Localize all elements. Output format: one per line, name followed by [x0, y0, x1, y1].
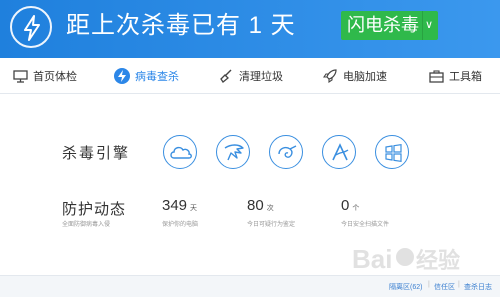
- stat-unit: 次: [266, 205, 274, 212]
- stat-unit: 个: [352, 205, 360, 212]
- eagle-engine-icon[interactable]: [216, 135, 250, 169]
- stat-value: 80: [247, 197, 264, 214]
- shield-bolt-icon: [114, 68, 130, 84]
- flash-kill-button[interactable]: 闪电杀毒 ∨: [341, 11, 438, 40]
- rocket-icon: [322, 68, 338, 84]
- tab-clean-junk[interactable]: 清理垃圾: [218, 58, 283, 94]
- svg-text:经验: 经验: [416, 248, 460, 273]
- tab-home-checkup[interactable]: 首页体检: [12, 58, 77, 94]
- svg-text:Bai: Bai: [352, 244, 392, 274]
- scan-status-headline: 距上次杀毒已有 1 天: [66, 12, 296, 39]
- stat-unit: 天: [190, 205, 198, 212]
- scan-log-link[interactable]: 查杀日志: [464, 282, 492, 292]
- tab-label: 电脑加速: [343, 71, 387, 83]
- stat-scanned-files: 0个: [341, 197, 359, 215]
- tab-label: 病毒查杀: [135, 71, 179, 83]
- cloud-engine-icon[interactable]: [163, 135, 197, 169]
- baidu-jingyan-watermark: Bai 经验: [350, 238, 470, 278]
- stat-caption: 今日安全扫描文件: [341, 222, 390, 228]
- stat-caption: 保护你的电脑: [162, 222, 199, 228]
- monitor-icon: [12, 68, 28, 84]
- flash-kill-label: 闪电杀毒: [347, 15, 419, 35]
- spiral-engine-icon[interactable]: [269, 135, 303, 169]
- protection-sublabel: 全面防御病毒入侵: [62, 222, 111, 228]
- windows-engine-icon[interactable]: [375, 135, 409, 169]
- stat-behavior-checks: 80 次: [247, 197, 274, 215]
- quarantine-link[interactable]: 隔离区(62): [389, 282, 422, 292]
- footer-divider: |: [458, 281, 460, 288]
- stat-value: 0: [341, 197, 350, 214]
- tab-toolbox[interactable]: 工具箱: [428, 58, 482, 94]
- chevron-down-icon[interactable]: ∨: [425, 16, 433, 34]
- footer-bar: 隔离区(62) | 信任区 | 查杀日志: [0, 275, 500, 297]
- lightning-icon: [10, 6, 52, 48]
- tab-label: 工具箱: [449, 71, 482, 83]
- tab-virus-scan[interactable]: 病毒查杀: [114, 58, 179, 94]
- stat-value: 349: [162, 197, 188, 214]
- engine-label: 杀毒引擎: [62, 145, 131, 162]
- trust-zone-link[interactable]: 信任区: [434, 282, 455, 292]
- stat-protected-days: 349 天: [162, 197, 197, 215]
- header-banner: 距上次杀毒已有 1 天 闪电杀毒 ∨: [0, 0, 500, 58]
- footer-divider: |: [428, 281, 430, 288]
- button-divider: [422, 11, 423, 40]
- stat-caption: 今日可疑行为鉴定: [247, 222, 296, 228]
- protection-label: 防护动态: [62, 201, 127, 218]
- tab-pc-speedup[interactable]: 电脑加速: [322, 58, 387, 94]
- toolbox-icon: [428, 68, 444, 84]
- tab-label: 首页体检: [33, 71, 77, 83]
- avira-engine-icon[interactable]: [322, 135, 356, 169]
- tab-label: 清理垃圾: [239, 71, 283, 83]
- broom-icon: [218, 68, 234, 84]
- nav-tabs: 首页体检 病毒查杀 清理垃圾 电脑加速 工具箱: [0, 58, 500, 94]
